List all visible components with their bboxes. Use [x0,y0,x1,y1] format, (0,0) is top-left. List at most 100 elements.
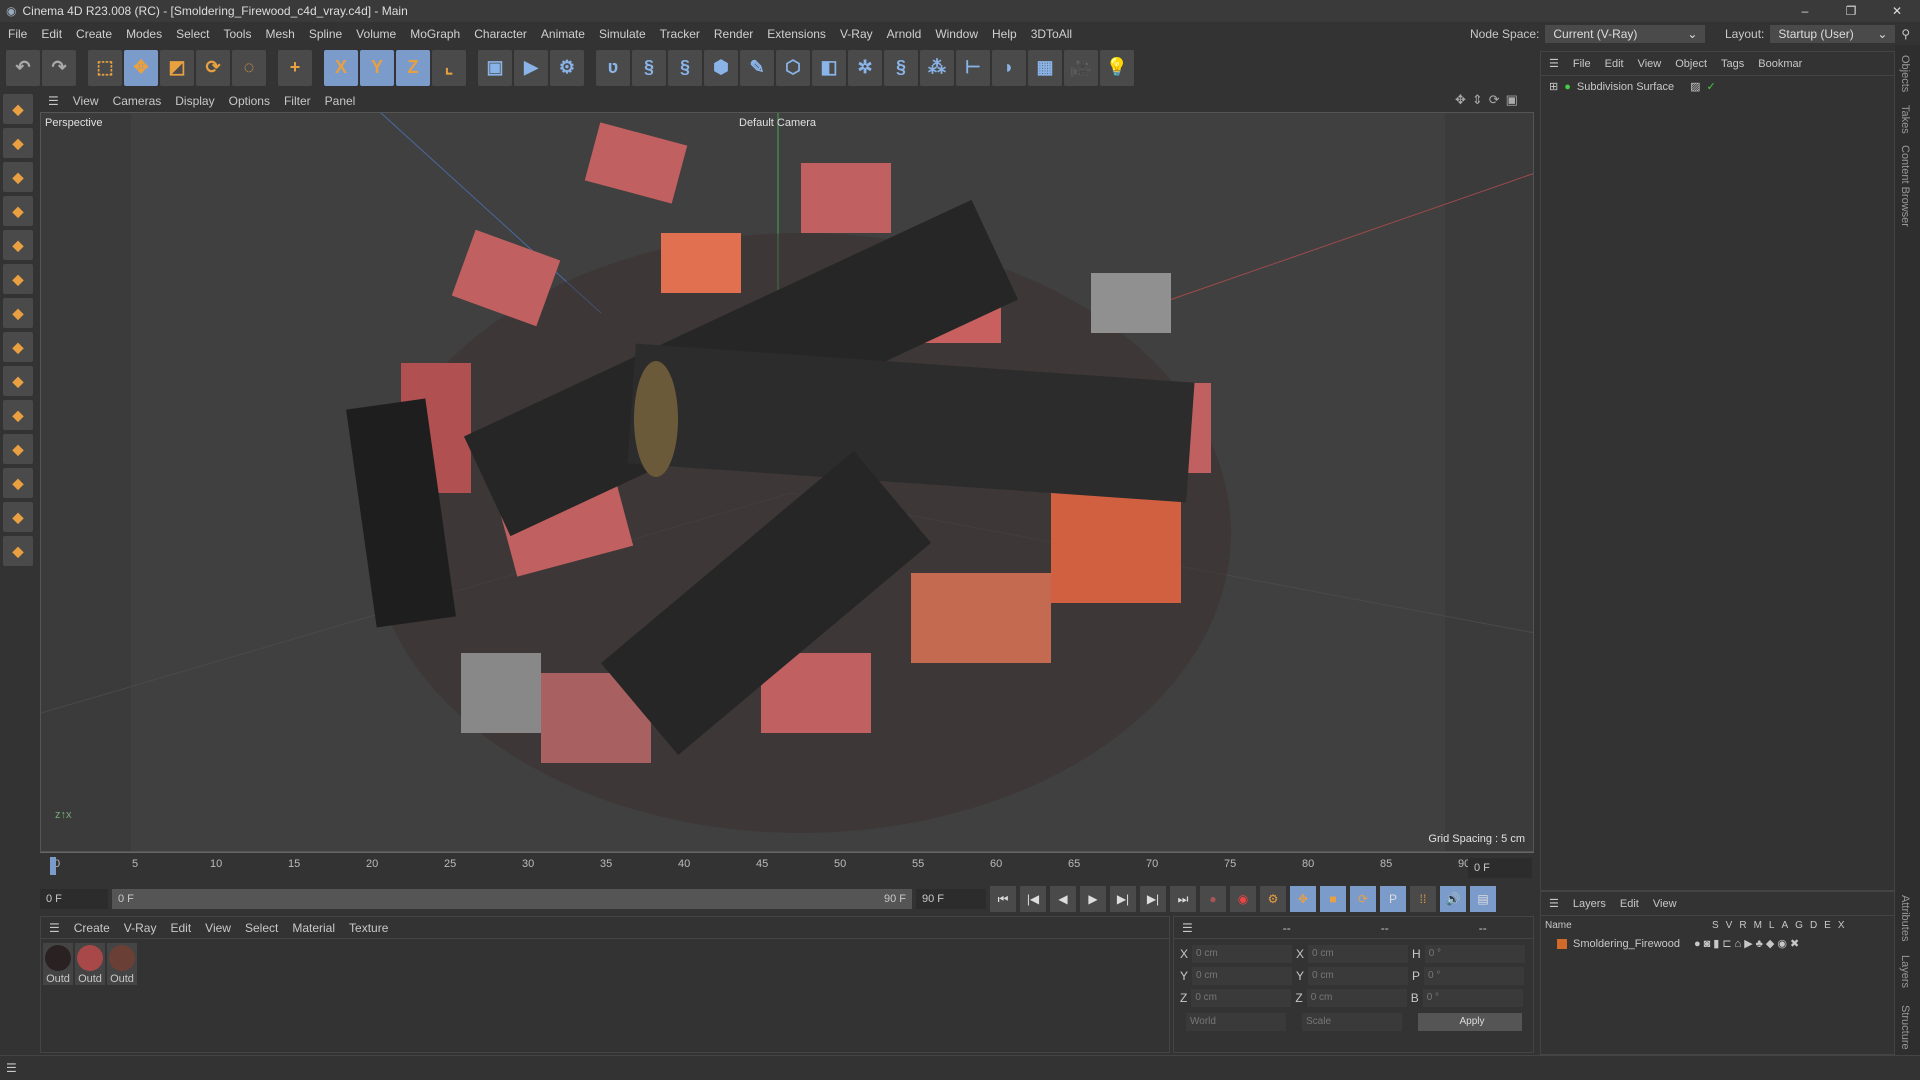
key-pla-icon[interactable]: ⁞⁞ [1410,886,1436,912]
layer-column-header[interactable]: D [1810,920,1817,931]
hamburger-icon[interactable]: ☰ [1549,897,1559,910]
coord-field[interactable]: 0 cm [1308,945,1409,963]
sound-icon[interactable]: 🔊 [1440,886,1466,912]
menu-mesh[interactable]: Mesh [265,27,294,41]
sky-icon[interactable]: ▦ [1028,49,1062,86]
material-menu-v-ray[interactable]: V-Ray [124,921,157,935]
move-icon[interactable]: ✥ [124,49,158,86]
object-menu-view[interactable]: View [1638,58,1662,70]
material-swatch[interactable]: Outd [75,943,105,985]
floor-icon[interactable]: ◗ [992,49,1026,86]
workplane-icon[interactable]: ◆ [3,468,33,498]
python-icon[interactable]: § [632,49,666,86]
viewport-perspective[interactable]: Perspective Default Camera Grid Spacing … [40,112,1534,852]
menu-simulate[interactable]: Simulate [599,27,646,41]
menu-extensions[interactable]: Extensions [767,27,826,41]
layer-menu-edit[interactable]: Edit [1620,898,1639,910]
node-space-select[interactable]: Current (V-Ray) ⌄ [1545,25,1706,43]
hamburger-icon[interactable]: ☰ [0,1061,17,1075]
polygons-mode-icon[interactable]: ◆ [3,264,33,294]
coord-field[interactable]: 0 cm [1191,989,1292,1007]
snap-settings-icon[interactable]: ◆ [3,366,33,396]
z-axis-icon[interactable]: Z [396,49,430,86]
cloner-icon[interactable]: ⁂ [920,49,954,86]
menu-edit[interactable]: Edit [41,27,62,41]
apply-button[interactable]: Apply [1418,1013,1522,1031]
menu-volume[interactable]: Volume [356,27,396,41]
key-rotation-icon[interactable]: ⟳ [1350,886,1376,912]
layer-column-header[interactable]: A [1781,920,1788,931]
render-view-icon[interactable]: ▣ [478,49,512,86]
layer-column-header[interactable]: L [1769,920,1775,931]
coordinate-system-icon[interactable]: ⌞ [432,49,466,86]
light-icon[interactable]: 💡 [1100,49,1134,86]
extrude-icon[interactable]: ◧ [812,49,846,86]
viewport-menu-display[interactable]: Display [175,94,214,108]
material-menu-select[interactable]: Select [245,921,278,935]
autokey-icon[interactable]: ◉ [1230,886,1256,912]
layer-row[interactable]: Smoldering_Firewood ●◙▮⊏⌂▶♣◆◉✖ [1541,935,1894,952]
pen-icon[interactable]: ✎ [740,49,774,86]
coord-field[interactable]: 0 cm [1306,989,1407,1007]
y-axis-icon[interactable]: Y [360,49,394,86]
timeline-ruler[interactable]: 0 5 10 15 20 25 30 35 40 45 50 55 60 65 70 75 80 85 90 [40,852,1534,882]
cube-icon[interactable]: ⬢ [704,49,738,86]
x-axis-icon[interactable]: X [324,49,358,86]
end-frame-field[interactable]: 90 F [916,889,986,909]
rotate-icon[interactable]: ⟳ [196,49,230,86]
expand-icon[interactable]: ⊞ [1549,80,1558,93]
material-menu-material[interactable]: Material [292,921,335,935]
coord-field[interactable]: 0 cm [1308,967,1409,985]
menu-create[interactable]: Create [76,27,112,41]
object-menu-edit[interactable]: Edit [1605,58,1624,70]
close-button[interactable]: ✕ [1874,0,1920,22]
redo-icon[interactable]: ↷ [42,49,76,86]
viewport-menu-cameras[interactable]: Cameras [113,94,162,108]
menu-spline[interactable]: Spline [309,27,342,41]
object-menu-file[interactable]: File [1573,58,1591,70]
coord-field[interactable]: 0 ° [1424,945,1525,963]
object-menu-bookmar[interactable]: Bookmar [1758,58,1802,70]
hamburger-icon[interactable]: ☰ [1182,921,1193,935]
texture-mode-icon[interactable]: ◆ [3,162,33,192]
python-icon[interactable]: § [668,49,702,86]
camera-icon[interactable]: 🎥 [1064,49,1098,86]
menu-modes[interactable]: Modes [126,27,162,41]
undo-icon[interactable]: ↶ [6,49,40,86]
render-settings-icon[interactable]: ⚙ [550,49,584,86]
material-menu-view[interactable]: View [205,921,231,935]
coord-field[interactable]: 0 ° [1424,967,1525,985]
layer-flags-icons[interactable]: ●◙▮⊏⌂▶♣◆◉✖ [1694,937,1802,950]
menu-window[interactable]: Window [935,27,978,41]
menu-tools[interactable]: Tools [223,27,251,41]
edges-mode-icon[interactable]: ◆ [3,230,33,260]
material-menu-create[interactable]: Create [74,921,110,935]
layer-column-header[interactable]: S [1712,920,1719,931]
keyframe-selection-icon[interactable]: ⚙ [1260,886,1286,912]
vray-icon[interactable]: ʋ [596,49,630,86]
menu-arnold[interactable]: Arnold [887,27,922,41]
layer-column-header[interactable]: M [1754,920,1762,931]
deformer-icon[interactable]: ⊢ [956,49,990,86]
timeline-icon[interactable]: ▤ [1470,886,1496,912]
menu-help[interactable]: Help [992,27,1017,41]
make-editable-icon[interactable]: ◆ [3,94,33,124]
model-mode-icon[interactable]: ◆ [3,128,33,158]
hamburger-icon[interactable]: ☰ [1549,57,1559,70]
layer-column-header[interactable]: R [1739,920,1746,931]
viewport-menu-view[interactable]: View [73,94,99,108]
side-tab-attributes[interactable]: Attributes [1899,895,1911,941]
psr-icon[interactable]: ◌ [232,49,266,86]
locked-workplane-icon[interactable]: ◆ [3,536,33,566]
key-position-icon[interactable]: ✥ [1290,886,1316,912]
menu-render[interactable]: Render [714,27,753,41]
material-swatch[interactable]: Outd [107,943,137,985]
add-icon[interactable]: + [278,49,312,86]
layer-menu-layers[interactable]: Layers [1573,898,1606,910]
material-swatch[interactable]: Outd [43,943,73,985]
mograph-icon[interactable]: ✲ [848,49,882,86]
maximize-button[interactable]: ❐ [1828,0,1874,22]
coordinate-space-select[interactable]: World [1186,1013,1286,1031]
search-icon[interactable]: ⚲ [1901,27,1910,41]
menu-v-ray[interactable]: V-Ray [840,27,873,41]
